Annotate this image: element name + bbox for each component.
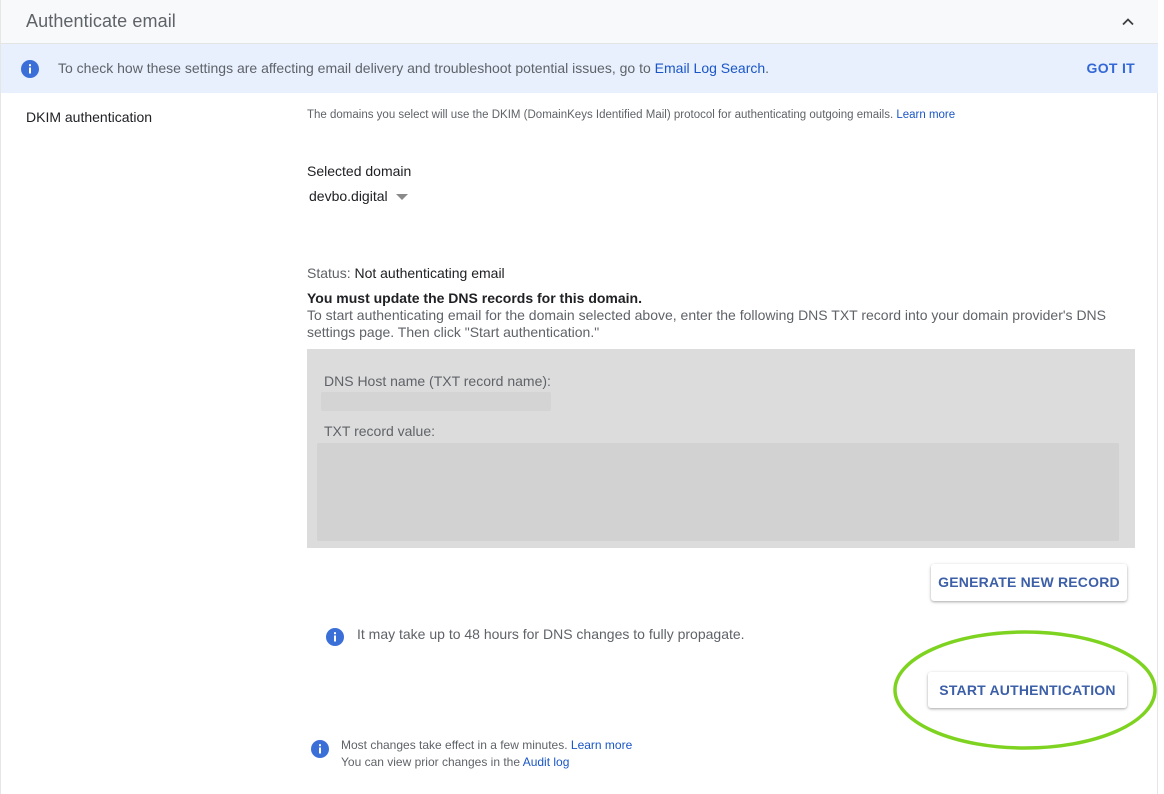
txt-record-label: TXT record value:: [324, 423, 436, 439]
panel-header[interactable]: Authenticate email: [1, 0, 1158, 44]
dkim-section-label: DKIM authentication: [26, 109, 153, 125]
dropdown-caret-icon: [395, 194, 408, 200]
dns-host-value[interactable]: [321, 392, 551, 411]
info-banner: To check how these settings are affectin…: [1, 44, 1158, 93]
learn-more-link[interactable]: Learn more: [896, 109, 955, 121]
generate-new-record-button[interactable]: GENERATE NEW RECORD: [931, 564, 1127, 601]
propagation-note: It may take up to 48 hours for DNS chang…: [357, 626, 745, 642]
status-line: Status: Not authenticating email: [307, 265, 505, 281]
footer-audit-note: You can view prior changes in the Audit …: [341, 755, 570, 769]
dkim-description: The domains you select will use the DKIM…: [307, 109, 956, 121]
dns-instructions: To start authenticating email for the do…: [307, 307, 1107, 340]
authenticate-email-panel: Authenticate email To check how these se…: [0, 0, 1158, 794]
info-icon: [20, 59, 40, 79]
banner-message: To check how these settings are affectin…: [58, 60, 770, 76]
got-it-button[interactable]: GOT IT: [1087, 60, 1135, 76]
email-log-search-link[interactable]: Email Log Search: [655, 60, 766, 76]
txt-record-value[interactable]: [317, 443, 1119, 541]
chevron-up-icon[interactable]: [1118, 12, 1138, 32]
start-authentication-button[interactable]: START AUTHENTICATION: [928, 672, 1127, 708]
audit-log-link[interactable]: Audit log: [523, 755, 570, 769]
info-icon: [325, 627, 345, 647]
footer-changes-note: Most changes take effect in a few minute…: [341, 738, 633, 752]
selected-domain-label: Selected domain: [307, 163, 412, 179]
dns-record-box: DNS Host name (TXT record name): TXT rec…: [307, 349, 1135, 548]
must-update-notice: You must update the DNS records for this…: [307, 290, 642, 306]
domain-dropdown[interactable]: devbo.digital: [309, 188, 408, 204]
info-icon: [310, 739, 330, 759]
footer-learn-more-link[interactable]: Learn more: [571, 738, 632, 752]
status-value: Not authenticating email: [354, 265, 505, 281]
panel-title: Authenticate email: [26, 11, 176, 31]
dns-host-label: DNS Host name (TXT record name):: [324, 373, 551, 389]
domain-dropdown-value: devbo.digital: [309, 188, 388, 204]
